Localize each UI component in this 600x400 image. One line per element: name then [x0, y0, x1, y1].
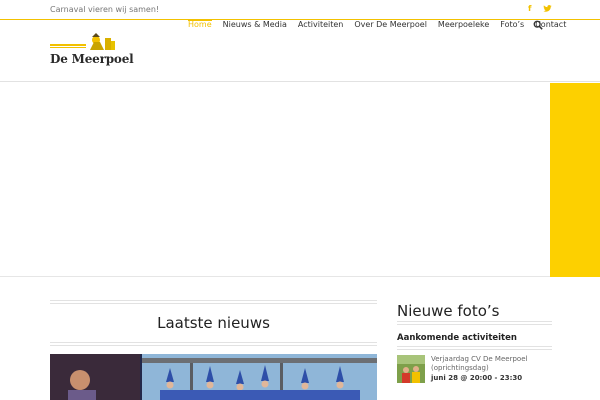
- logo-mascot-icon: [50, 33, 115, 50]
- nav-item-activiteiten[interactable]: Activiteiten: [298, 20, 343, 40]
- nav-item-label: Meerpoeleke: [437, 20, 490, 29]
- events-title: Aankomende activiteiten: [397, 333, 517, 343]
- divider: [397, 346, 552, 350]
- nav-item-label: Nieuws & Media: [222, 20, 287, 29]
- site-logo[interactable]: De Meerpoel: [50, 33, 134, 69]
- latest-news-section: Laatste nieuws: [50, 300, 377, 400]
- search-icon[interactable]: [533, 20, 543, 30]
- logo-text: De Meerpoel: [50, 52, 134, 66]
- top-bar: Carnaval vieren wij samen! f: [0, 0, 600, 20]
- event-thumbnail[interactable]: [397, 355, 425, 383]
- site-header: De Meerpoel Home Nieuws & Media Activiteit…: [0, 19, 600, 82]
- hero-slider[interactable]: [0, 83, 600, 277]
- nav-item-meerpoeleke[interactable]: Meerpoeleke: [438, 20, 489, 40]
- event-photo: [397, 355, 425, 383]
- divider: [50, 300, 377, 304]
- nav-item-nieuws-media[interactable]: Nieuws & Media: [223, 20, 287, 40]
- event-time: juni 28 @ 20:00 - 23:30: [431, 374, 523, 382]
- section-title: Laatste nieuws: [157, 314, 270, 332]
- tagline: Carnaval vieren wij samen!: [50, 5, 160, 14]
- photos-title: Nieuwe foto’s: [397, 302, 500, 320]
- nav-item-label: Activiteiten: [297, 20, 344, 29]
- nav-item-label: Foto’s: [500, 20, 525, 29]
- event-title-link[interactable]: Verjaardag CV De Meerpoel (oprichtingsda…: [431, 355, 552, 373]
- divider: [397, 321, 552, 325]
- nav-item-over-de-meerpoel[interactable]: Over De Meerpoel: [354, 20, 427, 40]
- nav-item-label: Over De Meerpoel: [354, 20, 427, 29]
- hero-yellow-panel: [550, 83, 600, 277]
- news-photo: [50, 354, 377, 400]
- twitter-icon[interactable]: [543, 4, 552, 13]
- news-image[interactable]: [50, 354, 377, 400]
- nav-item-home[interactable]: Home: [188, 19, 212, 40]
- event-item[interactable]: Verjaardag CV De Meerpoel (oprichtingsda…: [397, 355, 552, 385]
- facebook-icon[interactable]: f: [528, 4, 531, 13]
- divider: [50, 342, 377, 346]
- nav-item-label: Home: [188, 20, 212, 29]
- nav-item-foto-s[interactable]: Foto’s: [500, 20, 524, 40]
- main-nav: Home Nieuws & Media Activiteiten Over De Me…: [188, 19, 577, 40]
